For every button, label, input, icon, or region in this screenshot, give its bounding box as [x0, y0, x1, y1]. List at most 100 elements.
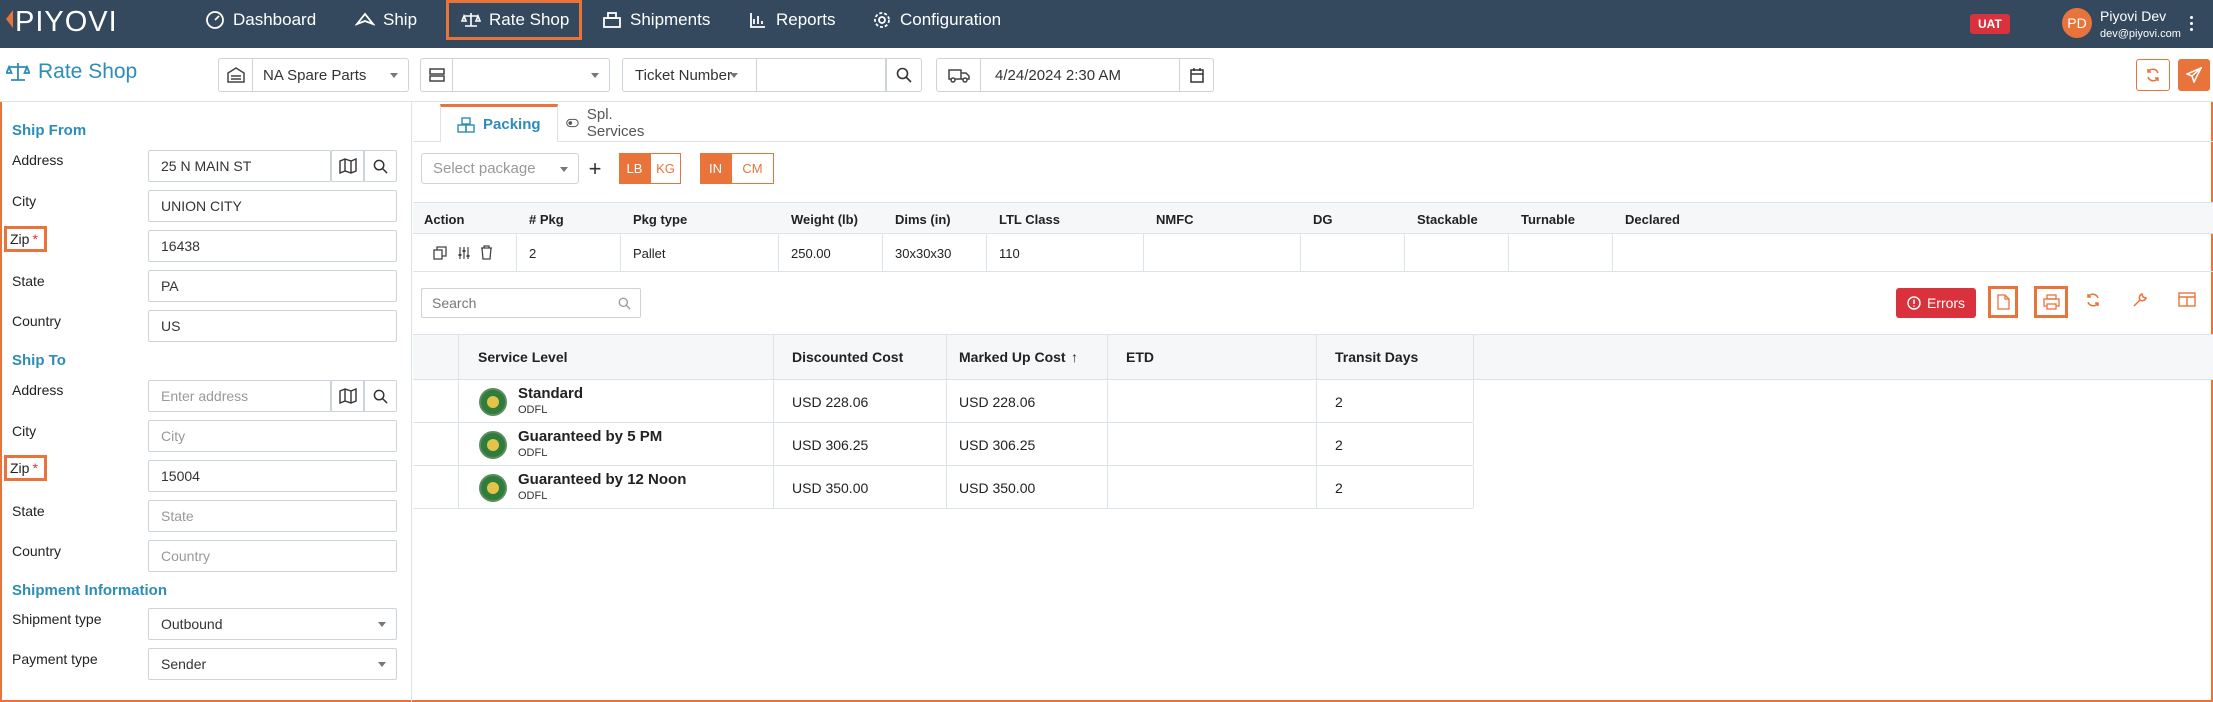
discounted-cost: USD 228.06 — [792, 394, 869, 410]
secondary-select[interactable] — [452, 58, 610, 92]
nav-shipments[interactable]: Shipments — [602, 0, 710, 40]
cell-ltl-class[interactable]: 110 — [999, 246, 1020, 261]
reference-type-select[interactable]: Ticket Number — [622, 58, 756, 92]
toolbar: Rate Shop NA Spare Parts Ticket Number 4… — [0, 48, 2213, 102]
chevron-down-icon — [378, 662, 386, 667]
nav-ship[interactable]: Ship — [355, 0, 417, 40]
toggle-icon — [566, 118, 579, 128]
scale-icon — [461, 13, 481, 27]
address-search-button[interactable] — [364, 150, 397, 182]
cell-pkg-type[interactable]: Pallet — [633, 246, 666, 261]
package-select[interactable]: Select package — [421, 153, 579, 184]
transit-days: 2 — [1335, 394, 1343, 410]
calendar-icon — [1189, 67, 1204, 83]
map-button[interactable] — [331, 150, 364, 182]
trash-icon[interactable] — [480, 245, 493, 260]
unit-lb-button[interactable]: LB — [619, 153, 650, 184]
cell-weight[interactable]: 250.00 — [791, 246, 831, 261]
col-transit-days[interactable]: Transit Days — [1335, 349, 1418, 365]
unit-in-button[interactable]: IN — [700, 153, 731, 184]
ship-to-city-input[interactable]: City — [148, 420, 397, 452]
search-icon — [373, 159, 388, 174]
send-button[interactable] — [2178, 59, 2210, 91]
avatar[interactable]: PD — [2062, 8, 2092, 38]
col-dg: DG — [1313, 212, 1333, 227]
map-button[interactable] — [331, 380, 364, 412]
nav-rate-shop[interactable]: Rate Shop — [446, 0, 583, 40]
col-discounted-cost[interactable]: Discounted Cost — [792, 349, 903, 365]
unit-cm-button[interactable]: CM — [731, 153, 774, 184]
table-row[interactable]: Guaranteed by 12 Noon ODFL USD 350.00 US… — [413, 466, 1474, 509]
ship-date-input[interactable]: 4/24/2024 2:30 AM — [980, 58, 1180, 92]
chevron-down-icon — [591, 73, 599, 78]
copy-icon[interactable] — [433, 246, 447, 260]
columns-button[interactable] — [2178, 292, 2196, 311]
refresh-button[interactable] — [2136, 59, 2170, 91]
tab-packing[interactable]: Packing — [440, 104, 558, 142]
col-stackable: Stackable — [1417, 212, 1478, 227]
discounted-cost: USD 306.25 — [792, 437, 869, 453]
add-package-button[interactable]: + — [583, 153, 607, 184]
more-menu-icon[interactable] — [2190, 16, 2194, 34]
col-nmfc: NMFC — [1156, 212, 1194, 227]
nav-configuration[interactable]: Configuration — [872, 0, 1001, 40]
search-icon — [618, 297, 631, 310]
scale-icon — [6, 63, 30, 81]
search-icon — [896, 67, 912, 83]
server-icon — [420, 58, 452, 92]
shipment-type-label: Shipment type — [12, 611, 102, 627]
discounted-cost: USD 350.00 — [792, 480, 869, 496]
truck-icon — [936, 58, 980, 92]
gear-icon — [874, 12, 890, 28]
calendar-button[interactable] — [1180, 58, 1214, 92]
ship-to-country-input[interactable]: Country — [148, 540, 397, 572]
transit-days: 2 — [1335, 437, 1343, 453]
cell-pkg-count[interactable]: 2 — [529, 246, 536, 261]
ship-from-state-input[interactable]: PA — [148, 270, 397, 302]
cell-dims[interactable]: 30x30x30 — [895, 246, 951, 261]
address-search-button[interactable] — [364, 380, 397, 412]
table-row[interactable]: Standard ODFL USD 228.06 USD 228.06 2 — [413, 380, 1474, 423]
settings-button[interactable] — [2132, 292, 2148, 312]
adjust-icon[interactable] — [457, 246, 471, 260]
results-search-input[interactable]: Search — [421, 288, 641, 318]
nav-dashboard[interactable]: Dashboard — [205, 0, 316, 40]
ship-to-city-label: City — [12, 423, 37, 439]
ship-to-address-input[interactable]: Enter address — [148, 380, 331, 412]
print-button[interactable] — [2034, 286, 2068, 318]
ship-from-zip-input[interactable]: 16438 — [148, 230, 397, 262]
ship-from-state-label: State — [12, 273, 45, 289]
carrier-logo — [479, 431, 507, 459]
search-button[interactable] — [886, 58, 922, 92]
logo[interactable]: PIYOVI — [6, 6, 118, 39]
chevron-down-icon — [390, 73, 398, 78]
ship-from-address-input[interactable]: 25 N MAIN ST — [148, 150, 331, 182]
ship-to-zip-input[interactable]: 15004 — [148, 460, 397, 492]
col-marked-up-cost[interactable]: Marked Up Cost — [959, 349, 1066, 365]
reference-input[interactable] — [756, 58, 886, 92]
plus-icon: + — [588, 155, 602, 181]
ship-to-state-input[interactable]: State — [148, 500, 397, 532]
ship-from-address-label: Address — [12, 152, 64, 168]
ship-from-city-input[interactable]: UNION CITY — [148, 190, 397, 222]
ship-to-state-label: State — [12, 503, 45, 519]
errors-button[interactable]: Errors — [1896, 288, 1976, 318]
payment-type-select[interactable]: Sender — [148, 648, 397, 680]
col-service-level[interactable]: Service Level — [478, 349, 568, 365]
export-button[interactable] — [1988, 286, 2018, 318]
transit-days: 2 — [1335, 480, 1343, 496]
nav-reports[interactable]: Reports — [748, 0, 836, 40]
sort-arrow-icon[interactable]: ↑ — [1071, 349, 1078, 365]
col-etd[interactable]: ETD — [1126, 349, 1154, 365]
tab-special-services[interactable]: Spl. Services — [566, 104, 650, 142]
shipment-type-select[interactable]: Outbound — [148, 608, 397, 640]
unit-kg-button[interactable]: KG — [650, 153, 681, 184]
ship-from-country-input[interactable]: US — [148, 310, 397, 342]
dashboard-icon — [206, 11, 224, 29]
refresh-icon — [2147, 68, 2159, 82]
col-action: Action — [424, 212, 465, 227]
location-select[interactable]: NA Spare Parts — [252, 58, 409, 92]
table-row[interactable]: Guaranteed by 5 PM ODFL USD 306.25 USD 3… — [413, 423, 1474, 466]
reload-button[interactable] — [2085, 292, 2101, 312]
page-title: Rate Shop — [6, 60, 137, 84]
